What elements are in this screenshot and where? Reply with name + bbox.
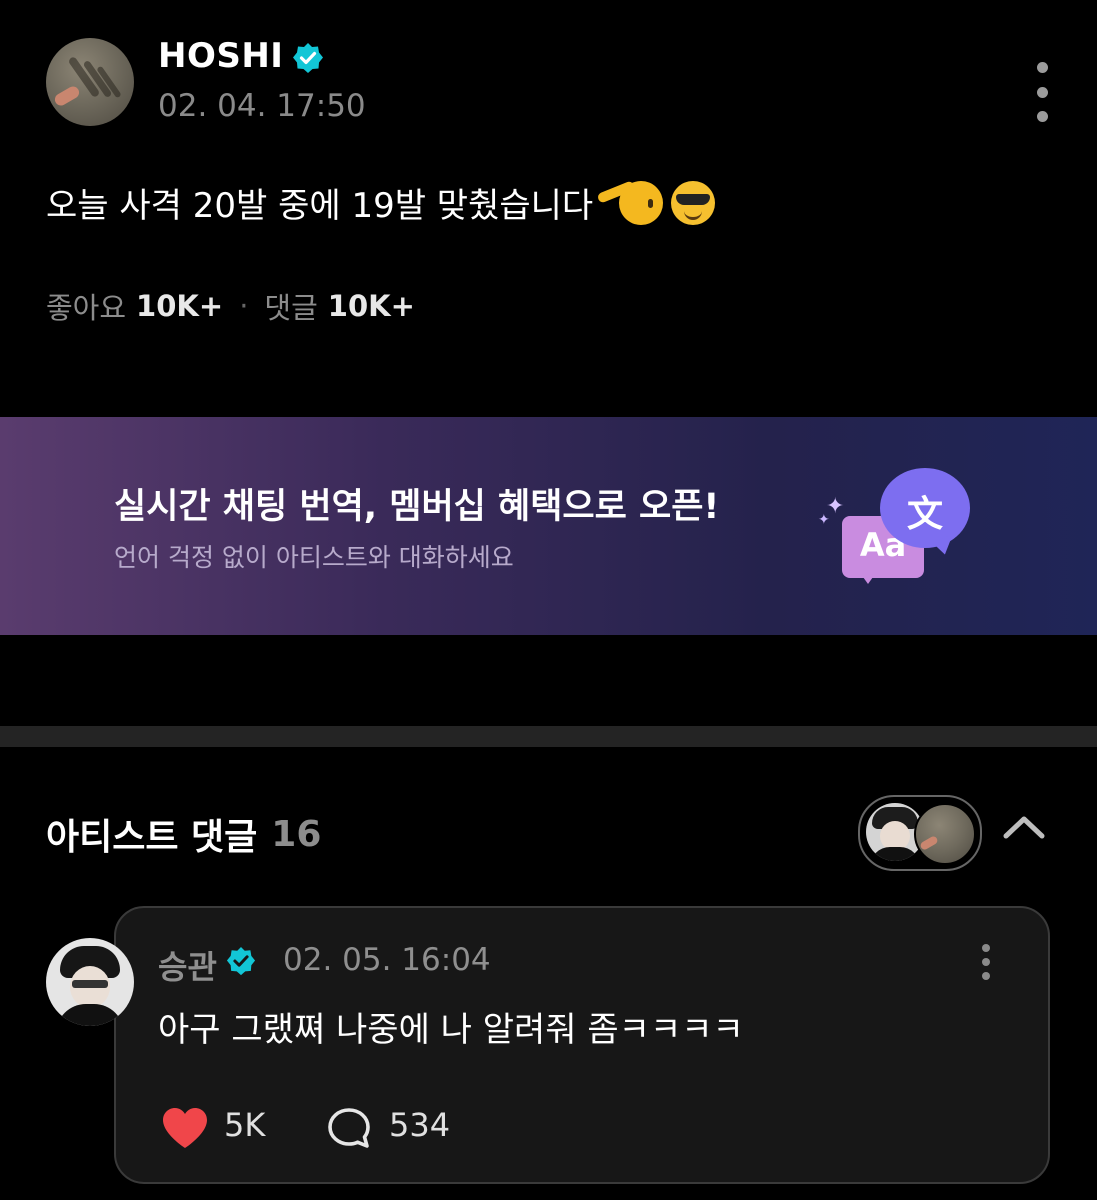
translate-zh-label: 文 [906, 494, 943, 535]
banner-subtitle: 언어 걱정 없이 아티스트와 대화하세요 [114, 543, 514, 572]
comments-label: 댓글 [264, 291, 318, 325]
saluting-face-icon [596, 179, 664, 225]
post-text: 오늘 사격 20발 중에 19발 맞췄습니다 [46, 186, 594, 226]
commenter-avatar[interactable] [46, 938, 134, 1026]
chevron-up-icon[interactable] [1002, 812, 1046, 842]
reply-bubble-icon[interactable] [326, 1106, 372, 1150]
comment-like-count[interactable]: 5K [224, 1106, 265, 1144]
verified-badge-icon [293, 43, 323, 73]
sunglasses-face-icon [671, 180, 716, 225]
comment-timestamp: 02. 05. 16:04 [283, 942, 491, 978]
stats-separator: · [239, 289, 249, 323]
post-author-name[interactable]: HOSHI [158, 36, 283, 76]
sparkle-small-icon: ✦ [818, 512, 830, 528]
artist-comments-title: 아티스트 댓글 [46, 817, 258, 858]
section-divider [0, 726, 1097, 747]
comment-text: 아구 그랬쪄 나중에 나 알려줘 좀ㅋㅋㅋㅋ [158, 1010, 744, 1050]
post-author-avatar[interactable] [46, 38, 134, 126]
comments-count[interactable]: 10K+ [328, 289, 415, 323]
translate-bubble-aa-tail [858, 570, 878, 584]
comment-more-options-icon[interactable] [978, 944, 994, 980]
post-timestamp: 02. 04. 17:50 [158, 88, 366, 124]
likes-count[interactable]: 10K+ [136, 289, 223, 323]
likes-label: 좋아요 [46, 291, 127, 325]
verified-badge-icon [226, 946, 256, 976]
artist-comments-count: 16 [271, 813, 322, 855]
post-stats: 좋아요 10K+ · 댓글 10K+ [46, 285, 415, 327]
banner-title: 실시간 채팅 번역, 멤버십 혜택으로 오픈! [114, 487, 720, 527]
post-body: 오늘 사격 20발 중에 19발 맞췄습니다 [46, 178, 716, 227]
commenter-name[interactable]: 승관 [158, 942, 217, 988]
post-more-options-icon[interactable] [1030, 62, 1054, 122]
artist-avatar-2 [914, 803, 976, 865]
comment-reply-count[interactable]: 534 [389, 1106, 450, 1144]
artist-comments-header: 아티스트 댓글 16 [46, 808, 321, 860]
heart-icon[interactable] [160, 1106, 210, 1150]
